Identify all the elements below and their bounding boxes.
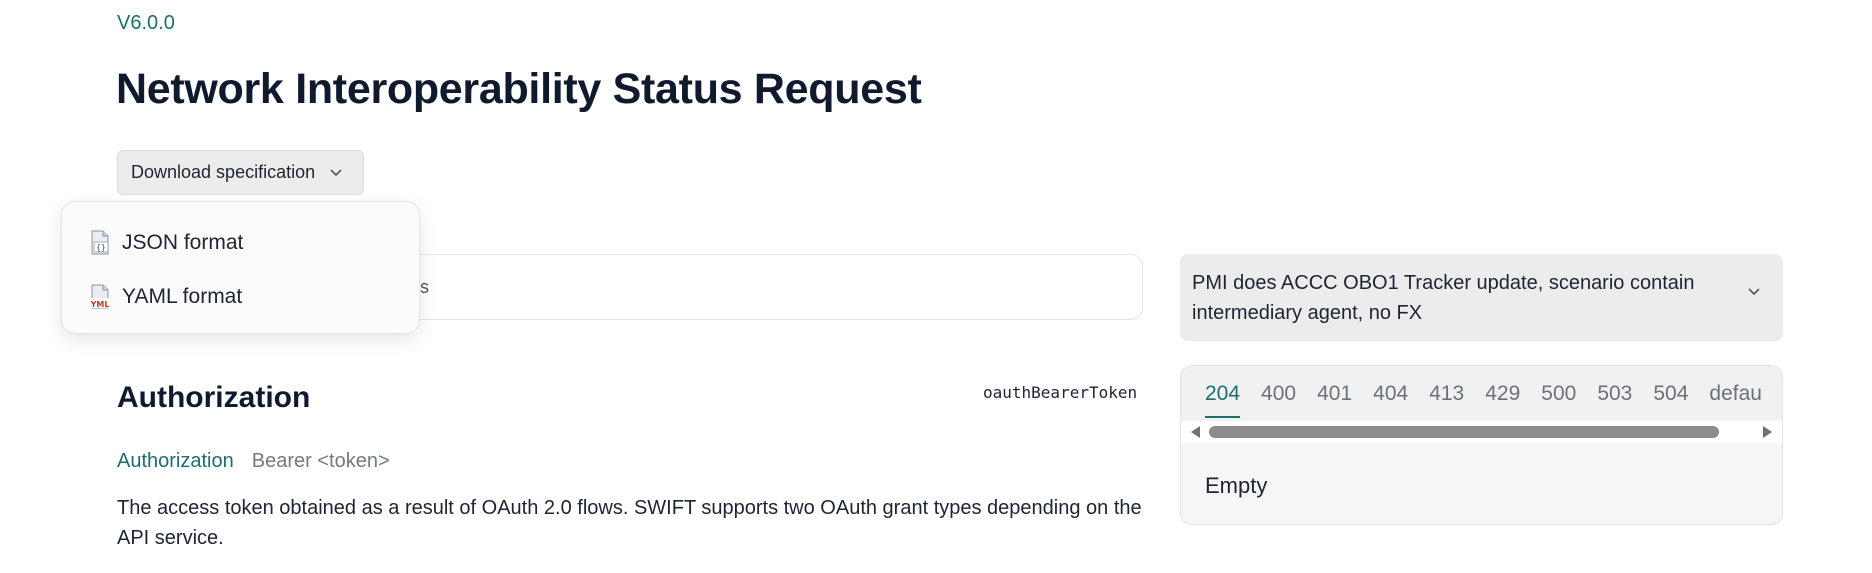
request-example-value: PMI does ACCC OBO1 Tracker update, scena… bbox=[1192, 272, 1695, 324]
authorization-parameter: Authorization Bearer <token> bbox=[117, 450, 390, 473]
tab-429[interactable]: 429 bbox=[1485, 382, 1520, 406]
menu-item-label: YAML format bbox=[122, 285, 243, 308]
yaml-file-icon: YML bbox=[88, 284, 112, 310]
scroll-left-arrow-icon[interactable] bbox=[1191, 426, 1200, 438]
tab-404[interactable]: 404 bbox=[1373, 382, 1408, 406]
chevron-down-icon bbox=[1747, 287, 1761, 297]
menu-item-json-format[interactable]: {} JSON format bbox=[88, 226, 243, 260]
svg-text:YML: YML bbox=[90, 300, 110, 309]
tab-400[interactable]: 400 bbox=[1261, 382, 1296, 406]
scroll-right-arrow-icon[interactable] bbox=[1763, 426, 1772, 438]
page-title: Network Interoperability Status Request bbox=[116, 65, 922, 113]
authorization-description: The access token obtained as a result of… bbox=[117, 497, 1142, 549]
svg-text:{}: {} bbox=[96, 243, 106, 252]
tab-401[interactable]: 401 bbox=[1317, 382, 1352, 406]
tabs-horizontal-scrollbar[interactable] bbox=[1181, 421, 1782, 443]
tab-default[interactable]: defau bbox=[1709, 382, 1762, 406]
parameter-type: Bearer <token> bbox=[251, 450, 390, 472]
scrollbar-thumb[interactable] bbox=[1209, 426, 1719, 438]
tab-504[interactable]: 504 bbox=[1653, 382, 1688, 406]
menu-item-yaml-format[interactable]: YML YAML format bbox=[88, 280, 242, 314]
response-status-tabs: 204 400 401 404 413 429 500 503 504 defa… bbox=[1181, 366, 1782, 421]
server-url-text: s bbox=[420, 276, 429, 297]
menu-item-label: JSON format bbox=[122, 231, 244, 254]
json-file-icon: {} bbox=[88, 230, 112, 256]
tab-500[interactable]: 500 bbox=[1541, 382, 1576, 406]
parameter-name: Authorization bbox=[117, 450, 234, 472]
download-specification-button[interactable]: Download specification bbox=[117, 150, 364, 195]
tab-413[interactable]: 413 bbox=[1429, 382, 1464, 406]
security-scheme-name: oauthBearerToken bbox=[983, 383, 1138, 402]
authorization-heading: Authorization bbox=[117, 381, 311, 414]
tab-204[interactable]: 204 bbox=[1205, 382, 1241, 418]
response-panel: 204 400 401 404 413 429 500 503 504 defa… bbox=[1180, 365, 1783, 525]
response-body-text: Empty bbox=[1205, 473, 1268, 498]
download-button-label: Download specification bbox=[131, 162, 316, 182]
api-reference-page: V6.0.0 Network Interoperability Status R… bbox=[0, 0, 1872, 573]
tab-503[interactable]: 503 bbox=[1597, 382, 1632, 406]
request-example-select[interactable]: PMI does ACCC OBO1 Tracker update, scena… bbox=[1180, 254, 1783, 341]
version-label: V6.0.0 bbox=[117, 12, 175, 34]
download-format-menu: {} JSON format YML YAML format bbox=[61, 201, 420, 334]
chevron-down-icon bbox=[329, 168, 343, 178]
